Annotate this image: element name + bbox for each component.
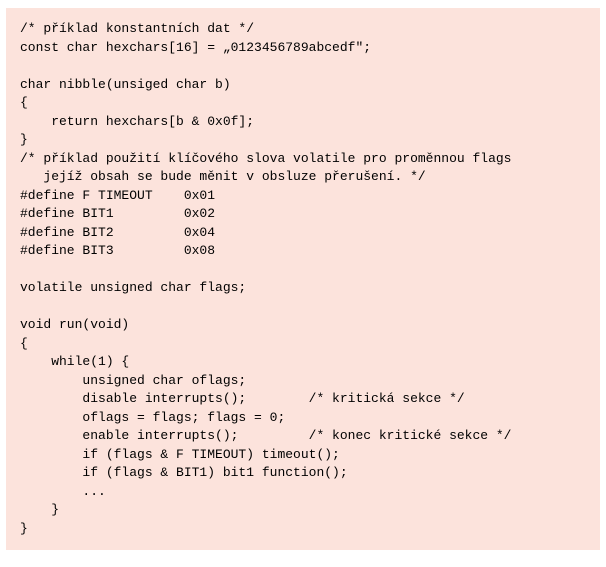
code-block: /* příklad konstantních dat */ const cha… bbox=[6, 8, 600, 550]
code-content: /* příklad konstantních dat */ const cha… bbox=[20, 20, 586, 538]
